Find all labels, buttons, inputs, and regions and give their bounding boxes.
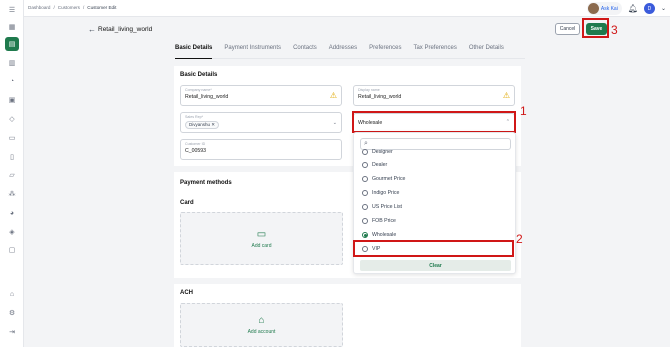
breadcrumb-current: Customer Edit [87,5,117,10]
add-card-area[interactable]: ▭ Add card [180,212,343,265]
tab-bar: Basic Details Payment Instruments Contac… [175,43,525,59]
add-account-area[interactable]: ⌂ Add account [180,303,343,347]
sales-rep-chip-label: Divyanshu [189,122,211,127]
company-name-value: Retail_living_world [185,94,229,100]
cancel-button[interactable]: Cancel [555,23,580,35]
option-wholesale[interactable]: Wholesale [362,230,396,240]
display-name-value: Retail_living_world [358,94,402,100]
radio-button[interactable] [362,204,368,210]
save-highlight-box [582,18,609,38]
chevron-down-icon[interactable]: ⌄ [333,120,337,126]
option-label: US Price List [372,204,402,210]
annotation-1: 1 [520,104,527,118]
customer-id-field[interactable]: Customer ID C_00593 [180,139,342,160]
price-list-highlight-box [352,111,516,133]
tab-addresses[interactable]: Addresses [329,43,357,59]
option-label: Dealer [372,162,388,168]
tab-other-details[interactable]: Other Details [469,43,504,59]
annotation-3: 3 [611,23,618,37]
option-label: FOB Price [372,218,396,224]
ask-kai-label: Ask Kai [600,5,618,12]
menu-icon[interactable]: ☰ [5,3,19,17]
document-icon[interactable]: ▭ [5,131,19,145]
folder-icon[interactable]: ▱ [5,168,19,182]
breadcrumb-separator: / [53,5,55,10]
option-label: Wholesale [372,232,397,238]
sales-rep-select[interactable]: Sales Rep* Divyanshu ✕ ⌄ [180,112,342,133]
section-title-payment: Payment methods [180,180,232,186]
tab-preferences[interactable]: Preferences [369,43,401,59]
vip-highlight-box [353,240,514,257]
tab-contacts[interactable]: Contacts [293,43,317,59]
card-subtitle: Card [180,200,194,206]
network-icon[interactable]: ⁂ [5,187,19,201]
tab-basic-details[interactable]: Basic Details [175,43,213,59]
sidebar: ☰ ▦ ▤ ▥ ◔ ▣ ◇ ▭ ▯ ▱ ⁂ ◕ ◈ ▢ ⌂ ⚙ ⇥ [0,0,24,347]
customer-id-label: Customer ID [185,141,206,146]
company-name-label: Company name* [185,87,212,92]
customer-id-value: C_00593 [185,148,207,154]
chevron-down-icon[interactable]: ⌄ [661,5,666,12]
ach-subtitle: ACH [180,290,193,296]
radio-button[interactable] [362,162,368,168]
add-account-label: Add account [247,329,276,335]
radio-button[interactable] [362,218,368,224]
sales-rep-chip[interactable]: Divyanshu ✕ [185,121,220,129]
warning-icon: ⚠ [502,91,510,100]
people-icon[interactable]: ◕ [5,206,19,220]
tab-tax-preferences[interactable]: Tax Preferences [413,43,456,59]
close-icon[interactable]: ✕ [211,122,215,127]
option-label: Gourmet Price [372,176,406,182]
credit-card-icon: ▭ [256,228,267,240]
bell-icon[interactable]: 🔔︎ [628,4,638,13]
page-title: Retail_living_world [98,26,153,33]
option-gourmet-price[interactable]: Gourmet Price [362,174,405,184]
radio-button[interactable] [362,176,368,182]
assistant-avatar [587,3,599,14]
dashboard-icon[interactable]: ▦ [5,20,19,34]
tab-payment-instruments[interactable]: Payment Instruments [224,43,281,59]
settings-icon[interactable]: ⚙ [5,306,19,320]
box-icon[interactable]: ▣ [5,93,19,107]
breadcrumb-separator: / [82,5,85,10]
logout-icon[interactable]: ⇥ [5,325,19,339]
option-fob-price[interactable]: FOB Price [362,216,396,226]
option-label: Designer [372,149,393,155]
back-arrow-icon[interactable]: ← [88,25,96,34]
option-designer[interactable]: Designer [362,147,393,157]
section-title-basic: Basic Details [180,72,218,78]
option-label: Indigo Price [372,190,400,196]
breadcrumb: Dashboard / Customers / Customer Edit [28,5,116,10]
option-indigo-price[interactable]: Indigo Price [362,188,399,198]
warning-icon: ⚠ [329,91,337,100]
ask-kai-button[interactable]: Ask Kai [586,2,622,15]
radio-button-selected[interactable] [362,232,368,238]
orders-icon[interactable]: ▥ [5,56,19,70]
page-header: ← Retail_living_world Cancel Save [24,17,670,43]
annotation-2: 2 [516,232,523,246]
company-name-field[interactable]: Company name* Retail_living_world ⚠ [180,85,342,106]
display-name-label: Display name [358,87,380,92]
breadcrumb-customers[interactable]: Customers [58,5,80,10]
topbar: Dashboard / Customers / Customer Edit As… [24,0,670,17]
image-icon[interactable]: ▢ [5,243,19,257]
breadcrumb-dashboard[interactable]: Dashboard [28,5,50,10]
customers-icon[interactable]: ▤ [5,37,19,51]
radio-button[interactable] [362,149,368,155]
sales-rep-label: Sales Rep* [185,114,203,119]
building-icon[interactable]: ⌂ [5,287,19,301]
clear-button[interactable]: Clear [360,260,511,271]
price-tag-icon[interactable]: ◈ [5,225,19,239]
user-avatar[interactable]: D [643,3,655,14]
add-card-label: Add card [251,242,272,249]
radio-button[interactable] [362,190,368,196]
bank-icon: ⌂ [258,315,265,326]
user-icon[interactable]: ◔ [5,74,19,88]
file-icon[interactable]: ▯ [5,150,19,164]
tag-icon[interactable]: ◇ [5,112,19,126]
option-us-price-list[interactable]: US Price List [362,202,402,212]
display-name-field[interactable]: Display name Retail_living_world ⚠ [353,85,515,106]
option-dealer[interactable]: Dealer [362,160,387,170]
